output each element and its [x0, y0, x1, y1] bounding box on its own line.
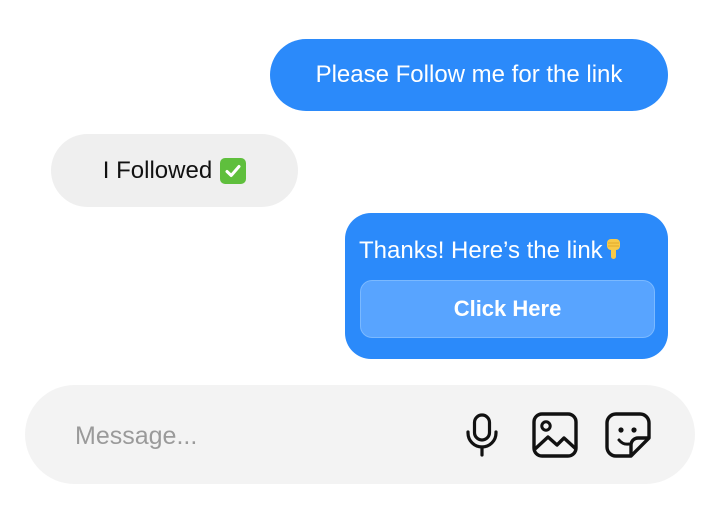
click-here-link-button[interactable]: Click Here	[360, 280, 655, 338]
message-text-row: Thanks! Here’s the link	[359, 237, 624, 265]
outgoing-message-bubble: Please Follow me for the link	[270, 39, 668, 111]
message-text: Thanks! Here’s the link	[359, 237, 603, 264]
message-input[interactable]	[73, 418, 437, 454]
message-composer	[25, 385, 695, 484]
microphone-icon[interactable]	[457, 410, 507, 460]
outgoing-message-bubble: Thanks! Here’s the link Click Here	[345, 213, 668, 359]
message-text: Please Follow me for the link	[315, 61, 623, 88]
incoming-message-bubble: I Followed	[51, 134, 298, 207]
backhand-index-pointing-down-icon	[604, 237, 624, 265]
message-text: I Followed	[102, 156, 213, 184]
sticker-icon[interactable]	[603, 410, 653, 460]
image-icon[interactable]	[530, 410, 580, 460]
check-mark-button-icon	[220, 157, 247, 184]
chat-screen: Please Follow me for the link I Followed…	[0, 0, 720, 512]
